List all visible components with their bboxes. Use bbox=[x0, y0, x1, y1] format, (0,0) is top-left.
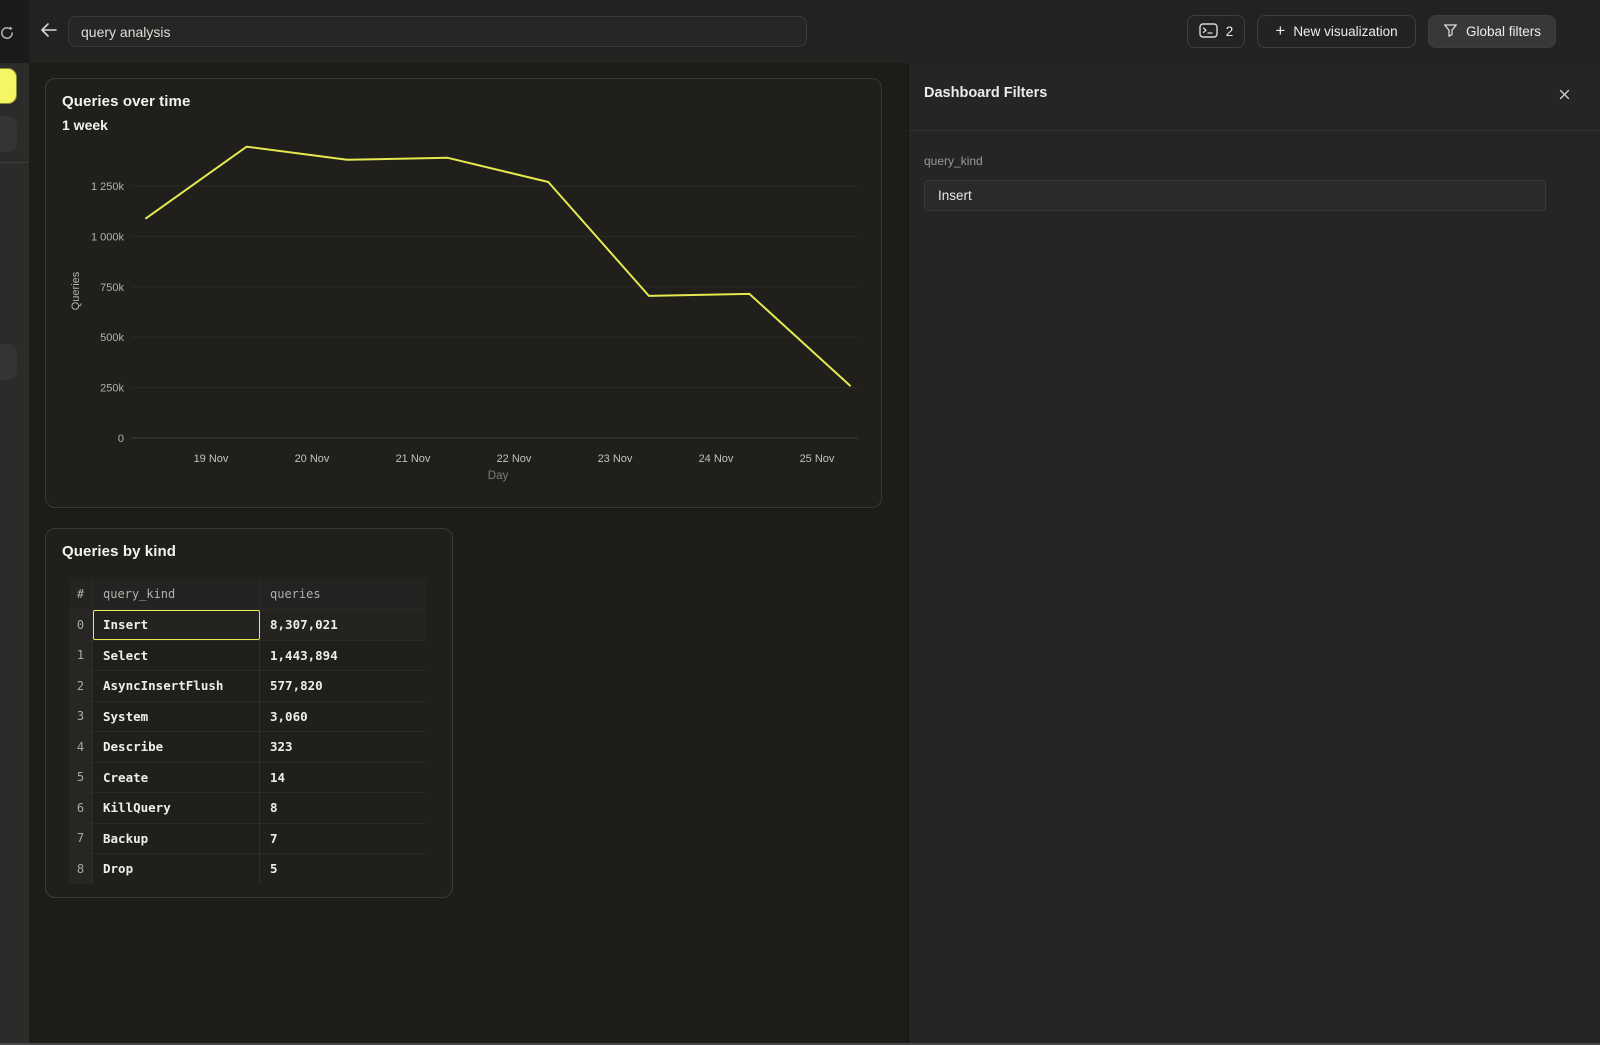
row-index-cell: 6 bbox=[69, 793, 93, 823]
queries-value-cell[interactable]: 5 bbox=[260, 854, 426, 884]
row-index-cell: 7 bbox=[69, 824, 93, 854]
table-row: 3System3,060 bbox=[69, 701, 426, 732]
queries-value-cell[interactable]: 14 bbox=[260, 763, 426, 793]
filter-field-label: query_kind bbox=[924, 154, 983, 168]
row-index-cell: 1 bbox=[69, 641, 93, 671]
x-tick-label: 22 Nov bbox=[497, 453, 532, 465]
filter-query-kind-input[interactable] bbox=[924, 180, 1546, 211]
new-visualization-button[interactable]: + New visualization bbox=[1257, 15, 1416, 48]
row-index-cell: 5 bbox=[69, 763, 93, 793]
table-row: 1Select1,443,894 bbox=[69, 640, 426, 671]
y-axis-label: Queries bbox=[70, 271, 82, 310]
queries-value-cell[interactable]: 1,443,894 bbox=[260, 641, 426, 671]
query-kind-cell[interactable]: Backup bbox=[93, 824, 260, 854]
table-row: 2AsyncInsertFlush577,820 bbox=[69, 670, 426, 701]
x-tick-label: 23 Nov bbox=[598, 453, 633, 465]
queries-value-cell[interactable]: 8 bbox=[260, 793, 426, 823]
query-kind-cell[interactable]: Create bbox=[93, 763, 260, 793]
sidebar-item-active-dashboard[interactable] bbox=[0, 68, 17, 104]
sidebar-item-dashboard[interactable] bbox=[0, 116, 17, 152]
query-kind-cell[interactable]: Insert bbox=[93, 610, 260, 640]
queries-value-cell[interactable]: 577,820 bbox=[260, 671, 426, 701]
row-index-cell: 0 bbox=[69, 610, 93, 640]
y-tick-label: 0 bbox=[118, 433, 124, 445]
dashboard-title-input[interactable] bbox=[68, 16, 807, 47]
filters-panel-header: Dashboard Filters bbox=[909, 63, 1600, 131]
column-header-queries[interactable]: queries bbox=[260, 579, 426, 609]
row-index-cell: 2 bbox=[69, 671, 93, 701]
global-filters-button[interactable]: Global filters bbox=[1428, 15, 1556, 48]
top-bar: 2 + New visualization Global filters bbox=[0, 0, 1600, 63]
column-header-query-kind[interactable]: query_kind bbox=[93, 579, 260, 609]
table-row: 0Insert8,307,021 bbox=[69, 609, 426, 640]
query-kind-cell[interactable]: KillQuery bbox=[93, 793, 260, 823]
terminal-icon bbox=[1199, 23, 1218, 41]
row-index-cell: 4 bbox=[69, 732, 93, 762]
y-tick-label: 500k bbox=[100, 332, 124, 344]
back-button[interactable] bbox=[38, 21, 60, 41]
table-card-queries-by-kind: Queries by kind #query_kindqueries0Inser… bbox=[45, 528, 453, 898]
queries-value-cell[interactable]: 7 bbox=[260, 824, 426, 854]
close-icon[interactable] bbox=[1556, 87, 1572, 103]
query-kind-cell[interactable]: System bbox=[93, 702, 260, 732]
refresh-icon[interactable] bbox=[0, 23, 17, 43]
new-visualization-label: New visualization bbox=[1293, 24, 1397, 39]
table-row: 5Create14 bbox=[69, 762, 426, 793]
left-sidebar bbox=[0, 63, 29, 1045]
x-axis-label: Day bbox=[488, 470, 509, 482]
topbar-actions: 2 + New visualization Global filters bbox=[1187, 15, 1556, 48]
global-filters-label: Global filters bbox=[1466, 24, 1541, 39]
table-row: 7Backup7 bbox=[69, 823, 426, 854]
queries-table: #query_kindqueries0Insert8,307,0211Selec… bbox=[69, 579, 426, 884]
table-title: Queries by kind bbox=[62, 543, 176, 560]
line-chart-svg: 0 250k 500k 750k 1 000k 1 250k Queries 19 Nov 20… bbox=[46, 79, 883, 509]
queries-value-cell[interactable]: 323 bbox=[260, 732, 426, 762]
y-tick-label: 1 000k bbox=[91, 231, 125, 243]
query-kind-cell[interactable]: AsyncInsertFlush bbox=[93, 671, 260, 701]
x-tick-label: 20 Nov bbox=[295, 453, 330, 465]
funnel-icon bbox=[1443, 23, 1458, 41]
sidebar-item-lower[interactable] bbox=[0, 344, 17, 380]
sidebar-divider bbox=[0, 162, 29, 163]
console-tab-count: 2 bbox=[1226, 24, 1234, 39]
y-tick-label: 250k bbox=[100, 383, 124, 395]
row-index-cell: 3 bbox=[69, 702, 93, 732]
x-tick-label: 21 Nov bbox=[396, 453, 431, 465]
query-kind-cell[interactable]: Describe bbox=[93, 732, 260, 762]
x-tick-label: 25 Nov bbox=[800, 453, 835, 465]
x-tick-label: 24 Nov bbox=[699, 453, 734, 465]
query-kind-cell[interactable]: Select bbox=[93, 641, 260, 671]
filters-panel-title: Dashboard Filters bbox=[924, 85, 1047, 101]
app-root: 2 + New visualization Global filters bbox=[0, 0, 1600, 1045]
table-row: 8Drop5 bbox=[69, 853, 426, 884]
dashboard-filters-panel: Dashboard Filters query_kind bbox=[908, 63, 1600, 1045]
column-header-index: # bbox=[69, 579, 93, 609]
plus-icon: + bbox=[1275, 21, 1285, 41]
sql-console-button[interactable]: 2 bbox=[1187, 15, 1245, 48]
queries-value-cell[interactable]: 3,060 bbox=[260, 702, 426, 732]
query-kind-cell[interactable]: Drop bbox=[93, 854, 260, 884]
queries-series-line[interactable] bbox=[146, 147, 850, 386]
y-tick-label: 1 250k bbox=[91, 181, 125, 193]
chart-card-queries-over-time: Queries over time 1 week 0250k500k750k1 … bbox=[45, 78, 882, 508]
dashboard-canvas: Queries over time 1 week 0250k500k750k1 … bbox=[29, 63, 908, 1045]
table-header-row: #query_kindqueries bbox=[69, 579, 426, 609]
y-tick-label: 750k bbox=[100, 282, 124, 294]
table-row: 6KillQuery8 bbox=[69, 792, 426, 823]
row-index-cell: 8 bbox=[69, 854, 93, 884]
queries-value-cell[interactable]: 8,307,021 bbox=[260, 610, 426, 640]
x-tick-label: 19 Nov bbox=[194, 453, 229, 465]
table-row: 4Describe323 bbox=[69, 731, 426, 762]
sidebar-top-notch bbox=[0, 0, 29, 63]
